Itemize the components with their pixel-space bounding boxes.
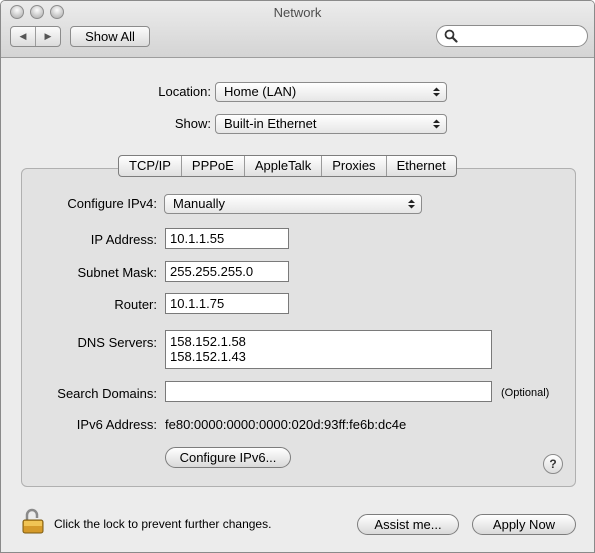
- back-forward-control: ◀ ▶: [10, 26, 61, 47]
- ip-address-field[interactable]: 10.1.1.55: [165, 228, 289, 249]
- popup-arrows-icon: [408, 199, 415, 209]
- tab-ethernet[interactable]: Ethernet: [385, 156, 456, 176]
- subnet-mask-field[interactable]: 255.255.255.0: [165, 261, 289, 282]
- show-label: Show:: [174, 116, 211, 131]
- location-popup[interactable]: Home (LAN): [215, 82, 447, 102]
- forward-icon[interactable]: ▶: [35, 27, 60, 46]
- popup-arrows-icon: [433, 87, 440, 97]
- ipv6-address-value: fe80:0000:0000:0000:020d:93ff:fe6b:dc4e: [165, 417, 407, 432]
- ip-address-label: IP Address:: [90, 232, 157, 247]
- configure-ipv4-value: Manually: [173, 196, 226, 211]
- popup-arrows-icon: [433, 119, 440, 129]
- lock-message: Click the lock to prevent further change…: [54, 517, 272, 531]
- show-value: Built-in Ethernet: [224, 116, 317, 131]
- search-domains-label: Search Domains:: [57, 386, 157, 401]
- tab-appletalk[interactable]: AppleTalk: [243, 156, 321, 176]
- network-window: Network ◀ ▶ Show All Location: Home (LAN…: [0, 0, 595, 553]
- help-button[interactable]: ?: [543, 454, 563, 474]
- configure-ipv6-button[interactable]: Configure IPv6...: [165, 447, 291, 468]
- dns-server-entry: 158.152.1.43: [170, 349, 246, 364]
- tab-tcpip[interactable]: TCP/IP: [119, 156, 181, 176]
- window-title: Network: [273, 5, 322, 20]
- back-icon[interactable]: ◀: [11, 27, 35, 46]
- configure-ipv4-popup[interactable]: Manually: [164, 194, 422, 214]
- apply-now-button[interactable]: Apply Now: [472, 514, 576, 535]
- tab-bar: TCP/IP PPPoE AppleTalk Proxies Ethernet: [118, 155, 457, 177]
- optional-hint: (Optional): [501, 387, 550, 399]
- dns-server-entry: 158.152.1.58: [170, 334, 246, 349]
- tab-pppoe[interactable]: PPPoE: [180, 156, 244, 176]
- search-field[interactable]: [436, 25, 588, 47]
- dns-servers-field[interactable]: 158.152.1.58 158.152.1.43: [165, 330, 492, 369]
- configure-ipv4-label: Configure IPv4:: [67, 196, 157, 211]
- subnet-mask-label: Subnet Mask:: [77, 265, 158, 280]
- router-label: Router:: [114, 297, 157, 312]
- assist-me-button[interactable]: Assist me...: [357, 514, 459, 535]
- show-popup[interactable]: Built-in Ethernet: [215, 114, 447, 134]
- ipv6-address-label: IPv6 Address:: [76, 417, 157, 432]
- search-icon: [444, 29, 458, 43]
- show-all-button[interactable]: Show All: [70, 26, 150, 47]
- location-value: Home (LAN): [224, 84, 297, 99]
- lock-icon[interactable]: [21, 507, 47, 535]
- toolbar: Network ◀ ▶ Show All: [1, 1, 594, 58]
- tcpip-panel: [21, 168, 576, 487]
- search-domains-field[interactable]: [165, 381, 492, 402]
- location-label: Location:: [158, 84, 211, 99]
- router-field[interactable]: 10.1.1.75: [165, 293, 289, 314]
- dns-servers-label: DNS Servers:: [77, 335, 157, 350]
- tab-proxies[interactable]: Proxies: [321, 156, 385, 176]
